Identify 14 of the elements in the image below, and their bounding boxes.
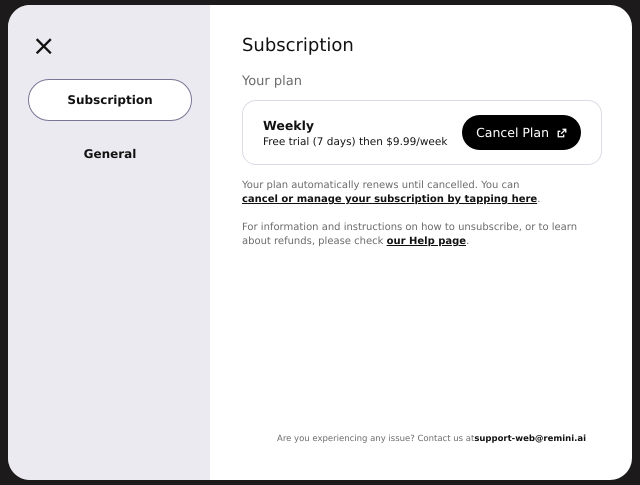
section-label: Your plan xyxy=(242,74,303,89)
page-title: Subscription xyxy=(242,35,355,56)
info-paragraph: Your plan automatically renews until cancelled. You can cancel or manage your subscription by tapping here. xyxy=(242,179,542,207)
close-button[interactable]: × xyxy=(28,33,60,59)
cancel-plan-button[interactable]: Cancel Plan xyxy=(462,115,581,150)
plan-details: Free trial (7 days) then $9.99/week xyxy=(263,136,448,148)
external-link-icon xyxy=(557,128,567,138)
plan-name: Weekly xyxy=(263,118,316,132)
sidebar-tab[interactable]: General xyxy=(28,133,192,175)
contact-note: Are you experiencing any issue? Contact us atsupport-web@remini.ai xyxy=(276,434,587,444)
help-link[interactable]: our Help page xyxy=(386,236,466,247)
info-paragraph: For information and instructions on how to unsubscribe, or to learn about refunds, please check our Help page. xyxy=(242,221,578,249)
sidebar-tab[interactable]: Subscription xyxy=(28,79,192,121)
help-link[interactable]: cancel or manage your subscription by tapping here xyxy=(242,194,538,205)
